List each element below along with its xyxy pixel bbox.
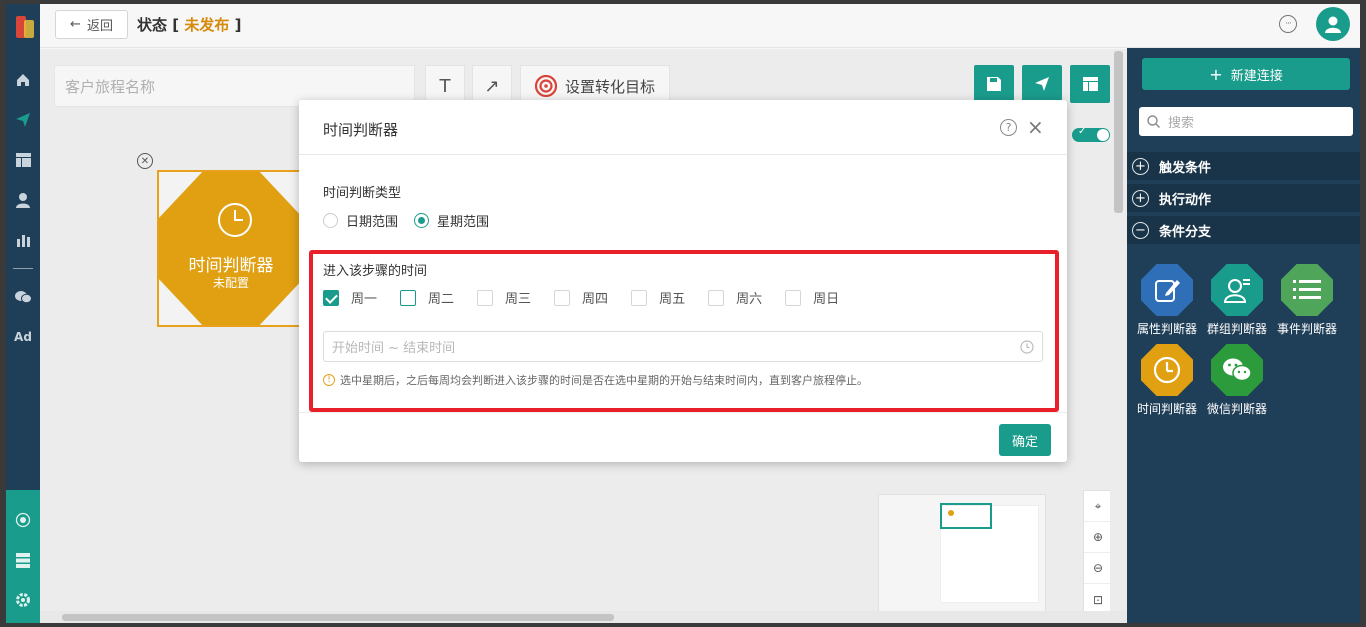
section-label: 条件分支	[1159, 224, 1212, 240]
close-icon[interactable]: ×	[1027, 115, 1044, 139]
palette-wechat-judge[interactable]: 微信判断器	[1205, 344, 1269, 417]
minimap[interactable]	[878, 494, 1046, 623]
avatar[interactable]	[1316, 7, 1350, 41]
status-bracket-close: ]	[234, 16, 242, 34]
minimap-viewport[interactable]	[940, 503, 992, 529]
search-placeholder: 搜索	[1168, 116, 1195, 131]
palette-label: 时间判断器	[1136, 402, 1197, 416]
home-icon[interactable]	[11, 68, 35, 92]
highlight-annotation	[309, 250, 1059, 412]
target-icon	[534, 75, 557, 97]
set-goal-label: 设置转化目标	[564, 77, 655, 96]
back-button[interactable]: ← 返回	[55, 10, 128, 39]
send-icon[interactable]	[11, 108, 35, 132]
plus-icon: +	[1209, 64, 1223, 84]
zoom-out-icon[interactable]: ⊖	[1084, 553, 1112, 584]
layout-button[interactable]	[1070, 65, 1110, 103]
expand-icon: +	[1132, 157, 1149, 175]
app-logo	[10, 14, 36, 42]
section-label: 执行动作	[1159, 192, 1212, 208]
right-panel: + 新建连接 搜索 + 触发条件 + 执行动作 − 条件分支 属性判断器 群组判…	[1127, 48, 1360, 623]
help-icon[interactable]: ?	[1000, 119, 1017, 136]
minimap-node	[948, 510, 954, 516]
section-action[interactable]: + 执行动作	[1127, 184, 1360, 212]
radio-week-range[interactable]: 星期范围	[414, 211, 489, 230]
check-icon: ✓	[1078, 126, 1087, 137]
bar-chart-icon[interactable]	[11, 228, 35, 252]
radio-label: 星期范围	[437, 215, 490, 230]
top-bar: ← 返回 状态 [ 未发布 ] ···	[40, 4, 1360, 48]
palette-label: 事件判断器	[1276, 322, 1337, 336]
section-branch[interactable]: − 条件分支	[1127, 216, 1360, 244]
palette-event-judge[interactable]: 事件判断器	[1275, 264, 1339, 337]
page-title: 状态 [ 未发布 ]	[137, 14, 241, 35]
layout-icon	[1082, 77, 1098, 91]
page-title-text: 状态	[137, 16, 168, 34]
wechat-nav-icon[interactable]	[11, 285, 35, 309]
locate-icon[interactable]: ⌖	[1084, 491, 1112, 522]
ad-nav-icon[interactable]: Ad	[11, 325, 35, 349]
section-trigger[interactable]: + 触发条件	[1127, 152, 1360, 180]
status-badge: 未发布	[184, 16, 230, 34]
new-connection-label: 新建连接	[1230, 68, 1283, 84]
radio-label: 日期范围	[346, 215, 399, 230]
list-icon	[1281, 264, 1333, 316]
user-icon[interactable]	[11, 188, 35, 212]
vertical-scrollbar[interactable]	[1110, 49, 1127, 611]
palette-label: 属性判断器	[1136, 322, 1197, 336]
new-connection-button[interactable]: + 新建连接	[1142, 58, 1350, 90]
palette-label: 微信判断器	[1206, 402, 1267, 416]
clock-icon	[218, 203, 252, 237]
settings-icon[interactable]	[11, 588, 35, 612]
radio-date-range[interactable]: 日期范围	[323, 211, 398, 230]
time-judge-node[interactable]	[159, 172, 303, 325]
dialog-title: 时间判断器	[323, 121, 399, 139]
group-icon	[1211, 264, 1263, 316]
search-icon	[1147, 115, 1160, 128]
palette-group-judge[interactable]: 群组判断器	[1205, 264, 1269, 337]
back-button-label: 返回	[86, 19, 113, 34]
enable-toggle[interactable]: ✓	[1072, 126, 1110, 142]
app-window: Ad ← 返回 状态 [ 未发布 ] ··· 客户旅程名称 T ↗ 设置转化目标…	[6, 4, 1360, 623]
publish-button[interactable]	[1022, 65, 1062, 103]
nav-divider	[13, 268, 33, 269]
confirm-button[interactable]: 确定	[999, 424, 1051, 456]
send-icon	[1035, 77, 1049, 91]
palette-attribute-judge[interactable]: 属性判断器	[1135, 264, 1199, 337]
layout-icon[interactable]	[11, 148, 35, 172]
dialog-header: 时间判断器 ? ×	[299, 100, 1067, 155]
zoom-controls: ⌖ ⊕ ⊖ ⊡	[1083, 490, 1113, 616]
left-nav: Ad	[6, 4, 40, 623]
judge-type-radio-group: 日期范围 星期范围	[323, 211, 489, 230]
save-icon	[987, 77, 1001, 91]
node-delete-button[interactable]: ✕	[137, 153, 153, 169]
palette-label: 群组判断器	[1206, 322, 1267, 336]
arrow-left-icon: ←	[70, 17, 81, 32]
collapse-icon: −	[1132, 221, 1149, 239]
section-label: 触发条件	[1159, 160, 1212, 176]
chat-icon[interactable]: ···	[1279, 15, 1297, 33]
storage-icon[interactable]	[11, 548, 35, 572]
horizontal-scrollbar[interactable]	[40, 611, 1127, 623]
status-bracket-open: [	[172, 16, 180, 34]
zoom-in-icon[interactable]: ⊕	[1084, 522, 1112, 553]
expand-icon: +	[1132, 189, 1149, 207]
search-input[interactable]: 搜索	[1139, 107, 1353, 136]
dialog-divider	[299, 412, 1067, 413]
left-nav-bottom	[6, 490, 40, 623]
judge-type-label: 时间判断类型	[323, 186, 402, 201]
node-subtitle: 未配置	[212, 276, 249, 290]
network-icon[interactable]	[11, 508, 35, 532]
wechat-icon	[1211, 344, 1263, 396]
clock-icon	[1141, 344, 1193, 396]
save-button[interactable]	[974, 65, 1014, 103]
node-title: 时间判断器	[188, 256, 274, 276]
edit-icon	[1141, 264, 1193, 316]
palette-time-judge[interactable]: 时间判断器	[1135, 344, 1199, 417]
